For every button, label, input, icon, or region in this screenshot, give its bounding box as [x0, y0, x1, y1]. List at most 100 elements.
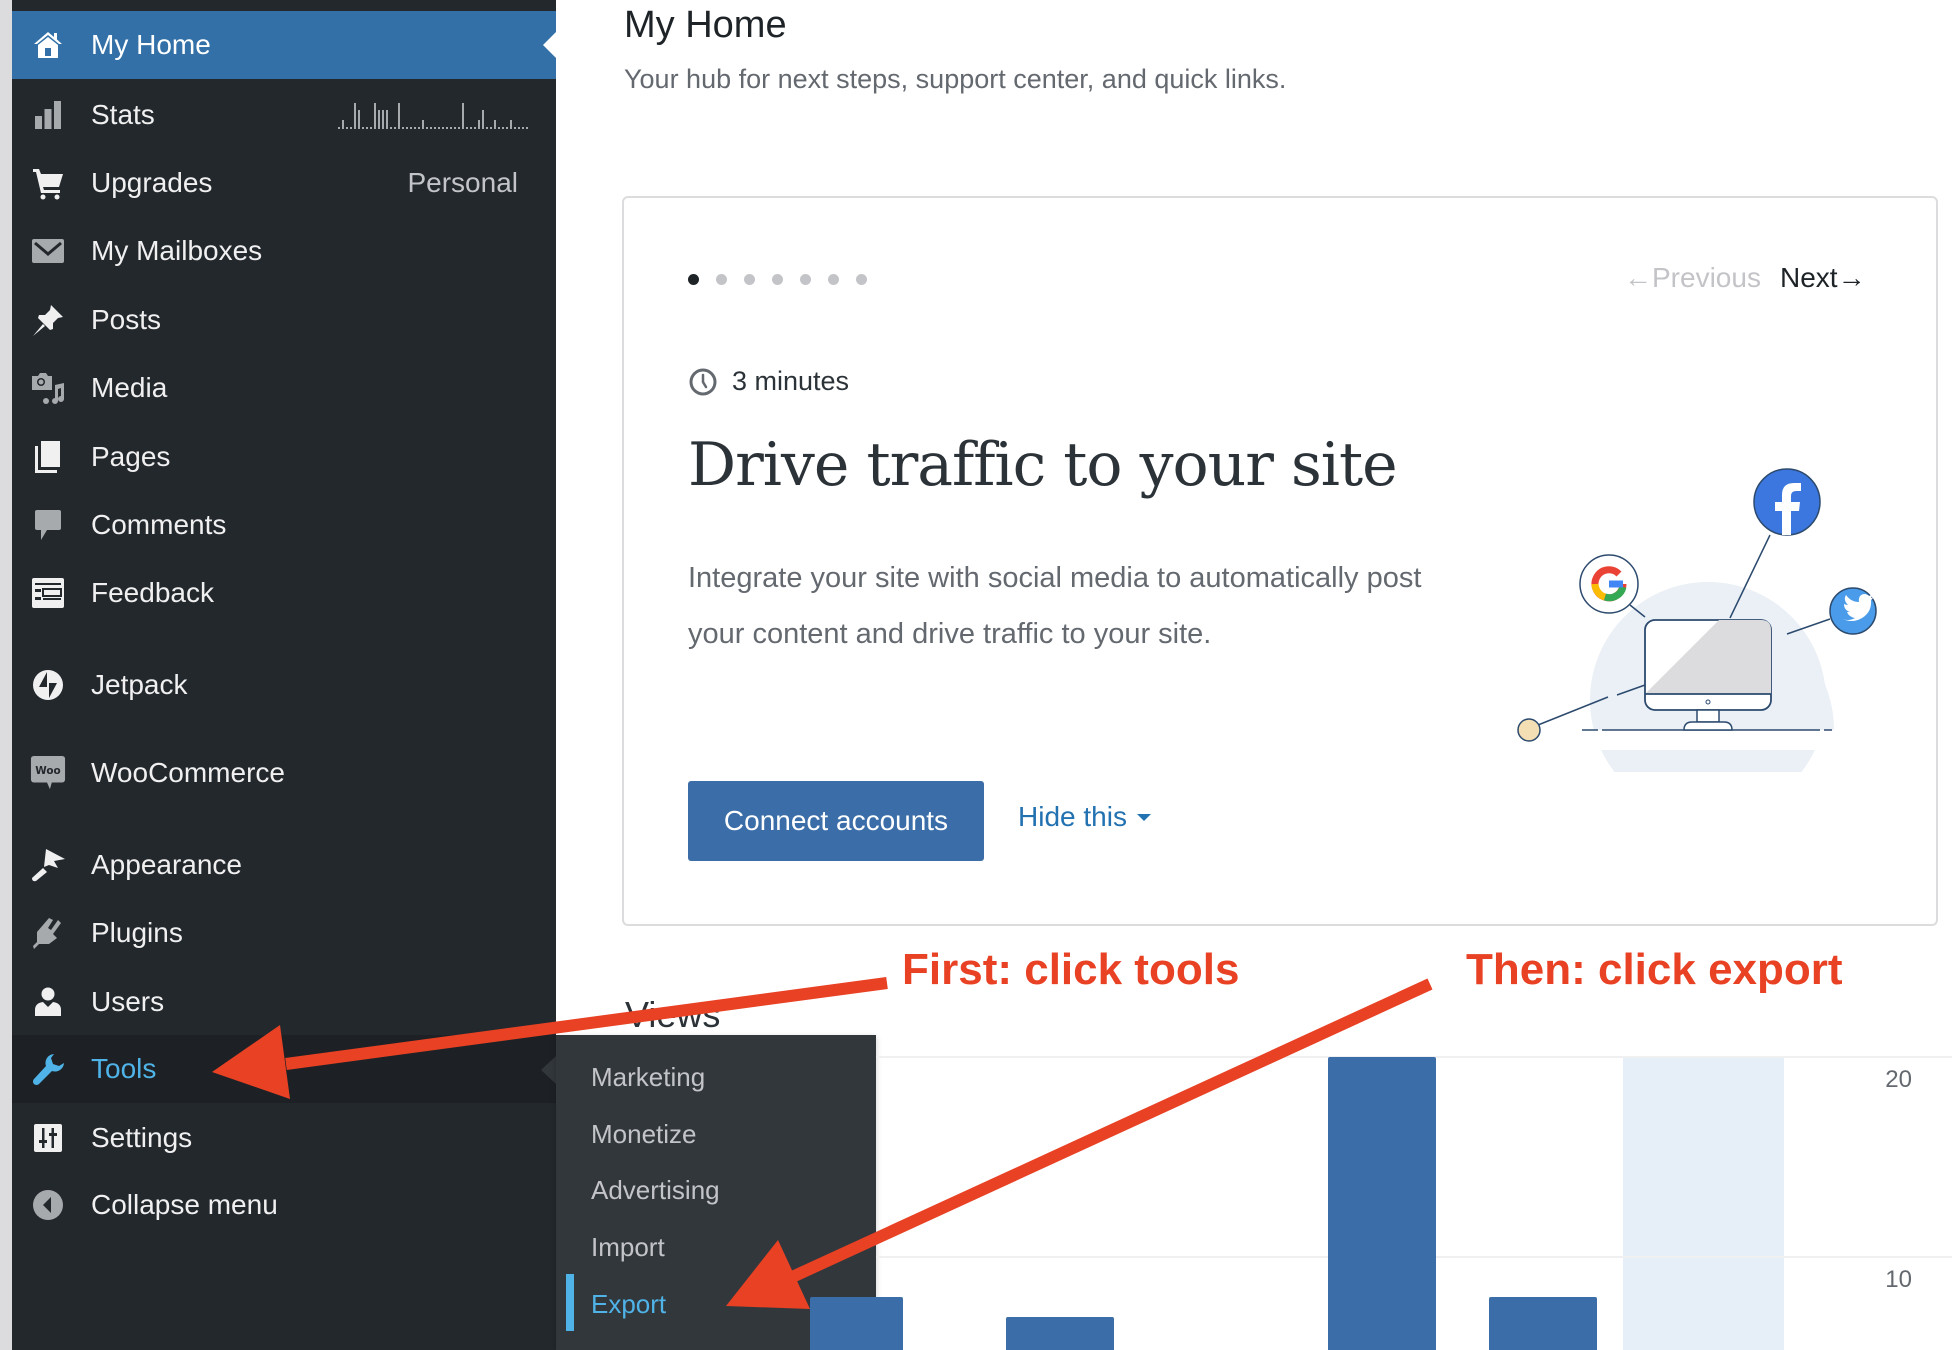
- sparkline-bar: [338, 127, 340, 129]
- sidebar-item-label: Stats: [91, 99, 155, 130]
- sparkline-bar: [378, 110, 380, 129]
- sparkline-bar: [506, 127, 508, 129]
- arrow-right-icon: →: [1837, 262, 1866, 293]
- hide-this-label: Hide this: [1018, 801, 1127, 832]
- next-button[interactable]: Next→: [1780, 262, 1866, 294]
- pages-icon: [30, 439, 66, 475]
- sidebar-item-label: Feedback: [91, 577, 214, 608]
- sidebar-item-upgrades[interactable]: Upgrades Personal: [12, 149, 556, 217]
- sparkline-bar: [466, 127, 468, 129]
- sidebar-item-users[interactable]: Users: [12, 968, 556, 1036]
- sidebar-item-label: Plugins: [91, 917, 183, 948]
- sidebar-item-my-home[interactable]: My Home: [12, 11, 556, 79]
- sparkline-bar: [442, 127, 444, 129]
- connect-accounts-button[interactable]: Connect accounts: [688, 781, 984, 861]
- sidebar-item-label: Media: [91, 372, 168, 403]
- stats-sparkline: [338, 97, 528, 129]
- chart-bar[interactable]: [1489, 1297, 1597, 1350]
- sparkline-bar: [474, 127, 476, 129]
- page-subtitle: Your hub for next steps, support center,…: [624, 64, 1287, 94]
- sparkline-bar: [418, 127, 420, 129]
- sparkline-bar: [386, 110, 388, 129]
- pager-dot[interactable]: [688, 274, 699, 285]
- task-description: Integrate your site with social media to…: [688, 562, 1422, 650]
- chart-bar[interactable]: [1006, 1317, 1114, 1350]
- sidebar-item-label: Settings: [91, 1122, 193, 1153]
- sparkline-bar: [510, 120, 512, 129]
- sparkline-bar: [346, 127, 348, 129]
- sidebar-item-feedback[interactable]: Feedback: [12, 559, 556, 627]
- sparkline-bar: [350, 127, 352, 129]
- sidebar-item-plugins[interactable]: Plugins: [12, 899, 556, 967]
- previous-label: Previous: [1652, 262, 1761, 293]
- sparkline-bar: [502, 127, 504, 129]
- sparkline-bar: [354, 103, 356, 129]
- media-icon: [30, 370, 66, 406]
- previous-button[interactable]: ←Previous: [1624, 262, 1761, 294]
- sidebar-item-label: Appearance: [91, 849, 243, 880]
- sparkline-bar: [358, 110, 360, 129]
- sparkline-bar: [486, 127, 488, 129]
- user-icon: [30, 984, 66, 1020]
- sidebar-item-media[interactable]: Media: [12, 354, 556, 422]
- dot-node-icon: [1517, 718, 1541, 742]
- chart-bar[interactable]: [1328, 1057, 1436, 1350]
- sidebar-item-stats[interactable]: Stats: [12, 81, 556, 149]
- sidebar-item-comments[interactable]: Comments: [12, 491, 556, 559]
- sidebar-item-label: Pages: [91, 441, 171, 472]
- sparkline-bar: [366, 127, 368, 129]
- collapse-arrow-icon: [30, 1187, 66, 1223]
- sparkline-bar: [482, 110, 484, 129]
- sidebar-item-settings[interactable]: Settings: [12, 1104, 556, 1172]
- chart-bar[interactable]: [810, 1297, 903, 1350]
- sparkline-bar: [514, 127, 516, 129]
- annotation-then: Then: click export: [1466, 945, 1843, 994]
- plan-badge: Personal: [407, 167, 518, 198]
- pager-dot[interactable]: [800, 274, 811, 285]
- sparkline-bar: [446, 127, 448, 129]
- sparkline-bar: [426, 127, 428, 129]
- sidebar-item-label: Tools: [91, 1053, 157, 1084]
- sparkline-bar: [450, 127, 452, 129]
- comment-icon: [30, 507, 66, 543]
- task-card: ←Previous Next→ 3 minutes Drive traffic …: [622, 196, 1938, 926]
- sparkline-bar: [494, 120, 496, 129]
- sidebar-item-label: Comments: [91, 509, 227, 540]
- caret-down-icon: [1136, 813, 1151, 821]
- sparkline-bar: [454, 127, 456, 129]
- sidebar-item-my-mailboxes[interactable]: My Mailboxes: [12, 217, 556, 285]
- sparkline-bar: [526, 127, 528, 129]
- pager-dot[interactable]: [828, 274, 839, 285]
- pager-dot[interactable]: [772, 274, 783, 285]
- sidebar-item-label: Users: [91, 986, 165, 1017]
- sidebar-item-posts[interactable]: Posts: [12, 286, 556, 354]
- page-title: My Home: [624, 4, 787, 46]
- sparkline-bar: [362, 127, 364, 129]
- sparkline-bar: [490, 127, 492, 129]
- sparkline-bar: [430, 127, 432, 129]
- hide-this-button[interactable]: Hide this: [1018, 801, 1151, 833]
- mail-icon: [30, 233, 66, 269]
- chart-highlight-column[interactable]: [1623, 1057, 1784, 1350]
- sparkline-bar: [478, 120, 480, 129]
- pager-dots: [688, 274, 867, 285]
- sparkline-bar: [374, 103, 376, 129]
- sidebar-item-pages[interactable]: Pages: [12, 423, 556, 491]
- sidebar-item-jetpack[interactable]: Jetpack: [12, 651, 556, 719]
- sidebar-item-woocommerce[interactable]: Woo WooCommerce: [12, 739, 556, 807]
- annotation-first: First: click tools: [902, 945, 1240, 994]
- sidebar-item-tools[interactable]: Tools: [12, 1035, 556, 1103]
- sidebar-item-label: Upgrades: [91, 167, 213, 198]
- sparkline-bar: [394, 127, 396, 129]
- pager-dot[interactable]: [856, 274, 867, 285]
- arrow-left-icon: ←: [1624, 262, 1652, 293]
- pin-icon: [30, 302, 66, 338]
- sidebar-item-label: Jetpack: [91, 669, 188, 700]
- sidebar: My Home Stats Upgrades Personal My Mailboxes…: [12, 0, 556, 1350]
- sidebar-item-label: Posts: [91, 304, 162, 335]
- sidebar-item-appearance[interactable]: Appearance: [12, 831, 556, 899]
- pager-dot[interactable]: [744, 274, 755, 285]
- sidebar-item-collapse-menu[interactable]: Collapse menu: [12, 1171, 556, 1239]
- sparkline-bar: [458, 127, 460, 129]
- pager-dot[interactable]: [716, 274, 727, 285]
